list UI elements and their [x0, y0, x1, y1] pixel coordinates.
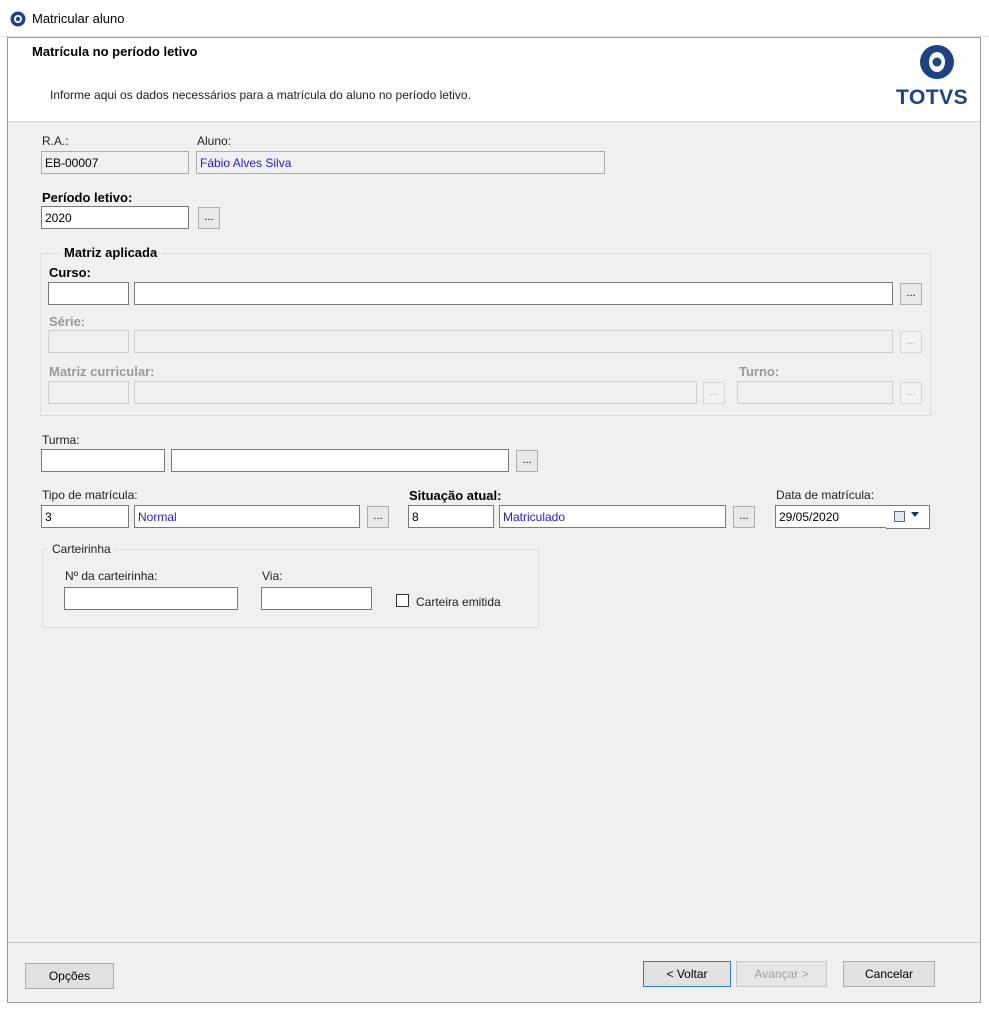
carteira-emitida-label[interactable]: Carteira emitida	[416, 595, 501, 609]
matriz-code-field[interactable]	[48, 381, 129, 404]
window-title: Matricular aluno	[32, 11, 125, 26]
turno-field[interactable]	[737, 381, 893, 404]
turma-code-field[interactable]	[41, 449, 165, 472]
serie-code-field[interactable]	[48, 330, 129, 353]
matriz-lookup-button[interactable]: ...	[703, 382, 725, 404]
student-name-field[interactable]: Fábio Alves Silva	[196, 151, 605, 174]
totvs-app-icon	[10, 11, 26, 27]
calendar-icon[interactable]	[894, 511, 905, 522]
data-matricula-label: Data de matrícula:	[776, 488, 875, 502]
ra-field[interactable]: EB-00007	[41, 151, 189, 174]
situacao-desc-field[interactable]: Matriculado	[499, 505, 726, 528]
matriz-desc-field[interactable]	[134, 381, 697, 404]
situacao-label: Situação atual:	[409, 488, 502, 503]
turno-label: Turno:	[739, 364, 780, 379]
curso-lookup-button[interactable]: ...	[900, 283, 922, 305]
turno-lookup-button[interactable]: ...	[900, 382, 922, 404]
back-button[interactable]: < Voltar	[643, 961, 731, 987]
curso-label: Curso:	[49, 265, 91, 280]
period-label: Período letivo:	[42, 190, 133, 205]
page-subtitle: Informe aqui os dados necessários para a…	[50, 88, 471, 102]
serie-desc-field[interactable]	[134, 330, 893, 353]
window-titlebar	[0, 0, 989, 37]
turma-label: Turma:	[42, 433, 80, 447]
cancel-button[interactable]: Cancelar	[843, 961, 935, 987]
curso-code-field[interactable]	[48, 282, 129, 305]
totvs-logo-text: TOTVS	[896, 86, 969, 109]
card-number-field[interactable]	[64, 587, 238, 610]
footer-divider	[8, 942, 980, 943]
ra-label: R.A.:	[42, 134, 69, 148]
situacao-code-field[interactable]: 8	[408, 505, 494, 528]
options-button[interactable]: Opções	[25, 963, 114, 989]
curso-desc-field[interactable]	[134, 282, 893, 305]
next-button[interactable]: Avançar >	[736, 961, 827, 987]
data-matricula-field[interactable]: 29/05/2020	[775, 505, 887, 528]
tipo-matricula-desc-field[interactable]: Normal	[134, 505, 360, 528]
carteira-emitida-checkbox[interactable]	[396, 594, 409, 607]
matrix-group-legend: Matriz aplicada	[60, 245, 162, 260]
via-label: Via:	[262, 569, 283, 583]
totvs-logo-icon	[920, 45, 954, 79]
page-title: Matrícula no período letivo	[32, 44, 198, 59]
chevron-down-icon[interactable]	[911, 512, 919, 517]
turma-desc-field[interactable]	[171, 449, 509, 472]
via-field[interactable]	[261, 587, 372, 610]
serie-lookup-button[interactable]: ...	[900, 331, 922, 353]
period-field[interactable]: 2020	[41, 206, 189, 229]
student-name-label: Aluno:	[197, 134, 232, 148]
situacao-lookup-button[interactable]: ...	[733, 506, 755, 528]
turma-lookup-button[interactable]: ...	[516, 450, 538, 472]
tipo-matricula-code-field[interactable]: 3	[41, 505, 129, 528]
date-picker-button[interactable]	[886, 505, 930, 529]
matriz-curricular-label: Matriz curricular:	[49, 364, 155, 379]
card-number-label: Nº da carteirinha:	[65, 569, 158, 583]
tipo-matricula-lookup-button[interactable]: ...	[367, 506, 389, 528]
card-group-legend: Carteirinha	[48, 542, 115, 556]
period-lookup-button[interactable]: ...	[198, 207, 220, 229]
tipo-matricula-label: Tipo de matrícula:	[42, 488, 138, 502]
serie-label: Série:	[49, 314, 86, 329]
